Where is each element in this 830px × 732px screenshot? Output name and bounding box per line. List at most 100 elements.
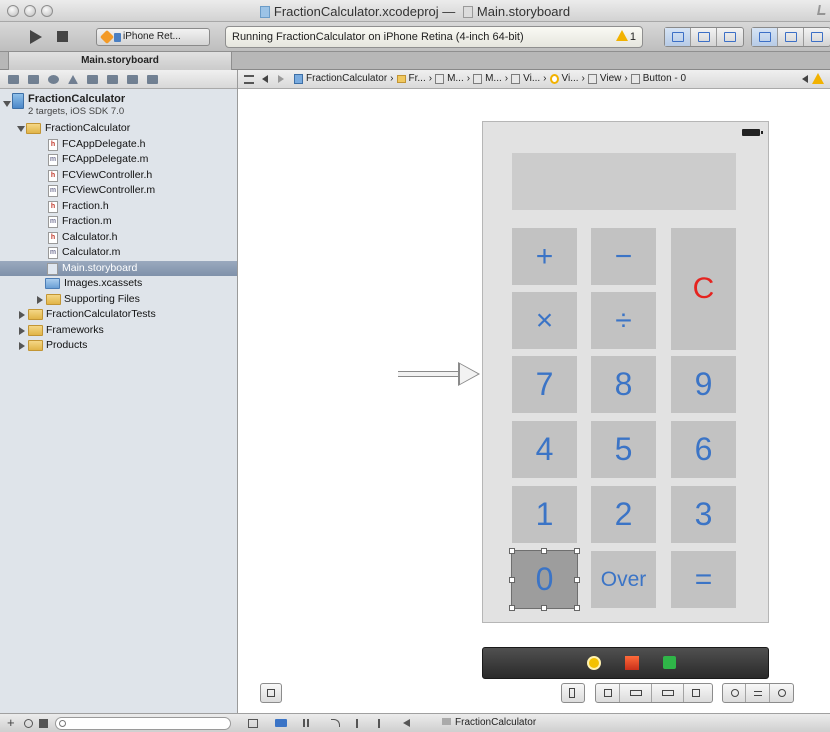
digit-0-button[interactable]: 0 [511, 550, 578, 609]
plus-button[interactable]: + [512, 228, 577, 285]
disclosure-closed-icon[interactable] [19, 326, 25, 335]
resize-handle[interactable] [509, 605, 515, 611]
version-editor-button[interactable] [717, 28, 743, 46]
breadcrumb-item[interactable]: M... [473, 73, 502, 84]
clear-button[interactable]: C [671, 228, 736, 350]
back-arrow-icon[interactable] [262, 75, 268, 83]
warning-badge[interactable]: 1 [615, 30, 636, 43]
stop-icon[interactable] [57, 31, 68, 42]
disclosure-closed-icon[interactable] [19, 342, 25, 350]
tree-file-item[interactable]: h FCViewController.h [0, 168, 237, 184]
tab-main-storyboard[interactable]: Main.storyboard [8, 52, 232, 70]
divide-button[interactable]: ÷ [591, 292, 656, 349]
breadcrumb-item[interactable]: View [587, 73, 621, 84]
digit-5-button[interactable]: 5 [591, 421, 656, 478]
over-button[interactable]: Over [591, 551, 656, 608]
digit-2-button[interactable]: 2 [591, 486, 656, 543]
test-navigator-icon[interactable] [87, 74, 98, 84]
resize-handle[interactable] [574, 548, 580, 554]
digit-3-button[interactable]: 3 [671, 486, 736, 543]
digit-7-button[interactable]: 7 [512, 356, 577, 413]
zoom-actual-button[interactable] [746, 684, 770, 702]
symbol-navigator-icon[interactable] [28, 74, 39, 84]
assistant-editor-button[interactable] [691, 28, 717, 46]
resize-handle[interactable] [541, 548, 547, 554]
breadcrumb-item[interactable]: M... [435, 73, 464, 84]
disclosure-open-icon[interactable] [3, 101, 11, 107]
breadcrumb-item[interactable]: Button - 0 [630, 73, 686, 84]
issue-navigation[interactable] [802, 73, 826, 86]
outline-toggle-button[interactable] [261, 684, 281, 702]
resize-handle[interactable] [509, 577, 515, 583]
digit-9-button[interactable]: 9 [671, 356, 736, 413]
step-out-icon[interactable] [378, 719, 380, 728]
source-control-filter-icon[interactable] [39, 719, 48, 728]
breadcrumb-item[interactable]: Vi... [549, 73, 579, 84]
minus-button[interactable]: − [591, 228, 656, 285]
align-button[interactable] [596, 684, 620, 702]
breadcrumb-item[interactable]: Fr... [396, 73, 426, 84]
tree-file-item[interactable]: h Fraction.h [0, 199, 237, 215]
navigator-view-button[interactable] [752, 28, 778, 46]
tree-file-item[interactable]: m Fraction.m [0, 214, 237, 230]
view-controller-scene[interactable]: + − C × ÷ 7 8 9 4 5 6 1 2 3 0 Over = [482, 121, 769, 623]
simulate-location-icon[interactable] [403, 719, 410, 727]
first-responder-icon[interactable] [625, 656, 639, 670]
hide-debug-area-icon[interactable] [248, 719, 258, 728]
play-icon[interactable] [30, 30, 42, 44]
resize-handle[interactable] [574, 605, 580, 611]
tree-group-item[interactable]: FractionCalculatorTests [0, 307, 237, 323]
project-root-item[interactable]: FractionCalculator 2 targets, iOS SDK 7.… [0, 91, 237, 121]
log-navigator-icon[interactable] [147, 74, 158, 84]
scheme-selector[interactable]: iPhone Ret... [96, 28, 210, 46]
storyboard-canvas[interactable]: + − C × ÷ 7 8 9 4 5 6 1 2 3 0 Over = [238, 89, 830, 713]
view-controller-icon[interactable] [587, 656, 601, 670]
project-navigator-icon[interactable] [8, 74, 19, 84]
calculator-display-label[interactable] [512, 153, 736, 210]
zoom-out-button[interactable] [723, 684, 747, 702]
disclosure-closed-icon[interactable] [19, 311, 25, 319]
tree-group-item[interactable]: Supporting Files [0, 292, 237, 308]
disclosure-closed-icon[interactable] [37, 295, 43, 304]
digit-1-button[interactable]: 1 [512, 486, 577, 543]
resize-handle[interactable] [509, 548, 515, 554]
exit-icon[interactable] [663, 656, 676, 669]
tree-file-item-selected[interactable]: Main.storyboard [0, 260, 237, 276]
recent-files-icon[interactable] [24, 719, 33, 728]
resize-handle[interactable] [574, 577, 580, 583]
equals-button[interactable]: = [671, 551, 736, 608]
debug-view-button[interactable] [778, 28, 804, 46]
tree-file-item[interactable]: h Calculator.h [0, 230, 237, 246]
breakpoint-navigator-icon[interactable] [127, 74, 138, 84]
breadcrumb-item[interactable]: FractionCalculator [294, 73, 387, 84]
tree-file-item[interactable]: Images.xcassets [0, 276, 237, 292]
tree-file-item[interactable]: m FCViewController.m [0, 183, 237, 199]
digit-8-button[interactable]: 8 [591, 356, 656, 413]
initial-view-controller-arrow[interactable] [398, 362, 484, 386]
digit-6-button[interactable]: 6 [671, 421, 736, 478]
utilities-view-button[interactable] [804, 28, 830, 46]
find-navigator-icon[interactable] [48, 74, 59, 84]
add-icon[interactable]: + [7, 715, 15, 730]
breakpoints-toggle-icon[interactable] [275, 719, 287, 727]
pin-button[interactable] [620, 684, 652, 702]
forward-arrow-icon[interactable] [278, 75, 284, 83]
form-factor-button[interactable] [562, 684, 584, 702]
step-over-icon[interactable] [331, 719, 340, 727]
tree-file-item[interactable]: h FCAppDelegate.h [0, 137, 237, 153]
disclosure-open-icon[interactable] [17, 126, 25, 132]
issue-navigator-icon[interactable] [68, 74, 78, 84]
previous-issue-icon[interactable] [802, 75, 808, 83]
step-into-icon[interactable] [356, 719, 358, 728]
debug-target[interactable]: FractionCalculator [442, 717, 536, 728]
resize-handle[interactable] [541, 605, 547, 611]
debug-navigator-icon[interactable] [107, 74, 118, 84]
multiply-button[interactable]: × [512, 292, 577, 349]
resizing-button[interactable] [684, 684, 712, 702]
tree-group-item[interactable]: Products [0, 338, 237, 354]
tree-group-fractioncalculator[interactable]: FractionCalculator [0, 121, 237, 137]
pause-icon[interactable] [303, 719, 305, 727]
digit-4-button[interactable]: 4 [512, 421, 577, 478]
breadcrumb-item[interactable]: Vi... [511, 73, 540, 84]
tree-file-item[interactable]: m FCAppDelegate.m [0, 152, 237, 168]
